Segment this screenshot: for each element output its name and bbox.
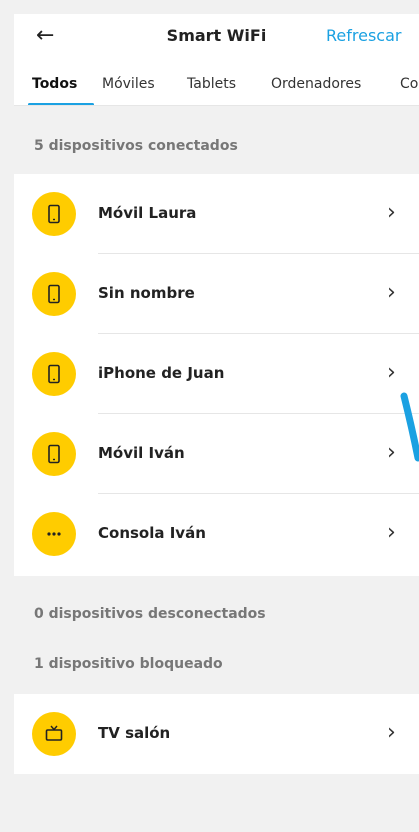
phone-icon: [48, 364, 60, 384]
device-icon-circle: [32, 512, 76, 556]
tv-icon: [45, 725, 63, 741]
disconnected-heading: 0 dispositivos desconectados: [34, 606, 266, 622]
refresh-button[interactable]: Refrescar: [326, 26, 401, 45]
tab-co[interactable]: Co: [400, 76, 418, 92]
device-row-movil-laura[interactable]: Móvil Laura ›: [14, 174, 419, 254]
device-icon-circle: [32, 272, 76, 316]
phone-icon: [48, 444, 60, 464]
device-name: Consola Iván: [98, 524, 206, 542]
chevron-right-icon: ›: [387, 200, 396, 225]
device-row-tv-salon[interactable]: TV salón ›: [14, 694, 419, 774]
chevron-right-icon: ›: [387, 520, 396, 545]
connected-heading: 5 dispositivos conectados: [34, 138, 238, 154]
tab-todos[interactable]: Todos: [32, 76, 77, 92]
device-icon-circle: [32, 192, 76, 236]
tab-moviles[interactable]: Móviles: [102, 76, 155, 92]
phone-icon: [48, 284, 60, 304]
device-name: TV salón: [98, 724, 171, 742]
category-tabs: Todos Móviles Tablets Ordenadores Co: [14, 58, 419, 106]
connected-device-list: Móvil Laura › Sin nombre › iPhone de Jua…: [14, 174, 419, 576]
blocked-heading: 1 dispositivo bloqueado: [34, 656, 223, 672]
device-name: Sin nombre: [98, 284, 195, 302]
chevron-right-icon: ›: [387, 280, 396, 305]
top-bar: ← Smart WiFi Refrescar: [14, 14, 419, 58]
chevron-right-icon: ›: [387, 360, 396, 385]
device-icon-circle: [32, 352, 76, 396]
chevron-right-icon: ›: [387, 720, 396, 745]
phone-icon: [48, 204, 60, 224]
device-row-movil-ivan[interactable]: Móvil Iván ›: [14, 414, 419, 494]
device-row-iphone-de-juan[interactable]: iPhone de Juan ›: [14, 334, 419, 414]
device-name: Móvil Iván: [98, 444, 185, 462]
tab-tablets[interactable]: Tablets: [187, 76, 236, 92]
device-row-sin-nombre[interactable]: Sin nombre ›: [14, 254, 419, 334]
device-icon-circle: [32, 432, 76, 476]
tab-ordenadores[interactable]: Ordenadores: [271, 76, 361, 92]
device-row-consola-ivan[interactable]: Consola Iván ›: [14, 494, 419, 574]
swipe-gesture-icon: [400, 392, 419, 462]
more-icon: [47, 532, 61, 536]
active-tab-indicator: [28, 103, 94, 105]
device-name: iPhone de Juan: [98, 364, 225, 382]
device-icon-circle: [32, 712, 76, 756]
device-name: Móvil Laura: [98, 204, 197, 222]
blocked-device-list: TV salón ›: [14, 694, 419, 774]
